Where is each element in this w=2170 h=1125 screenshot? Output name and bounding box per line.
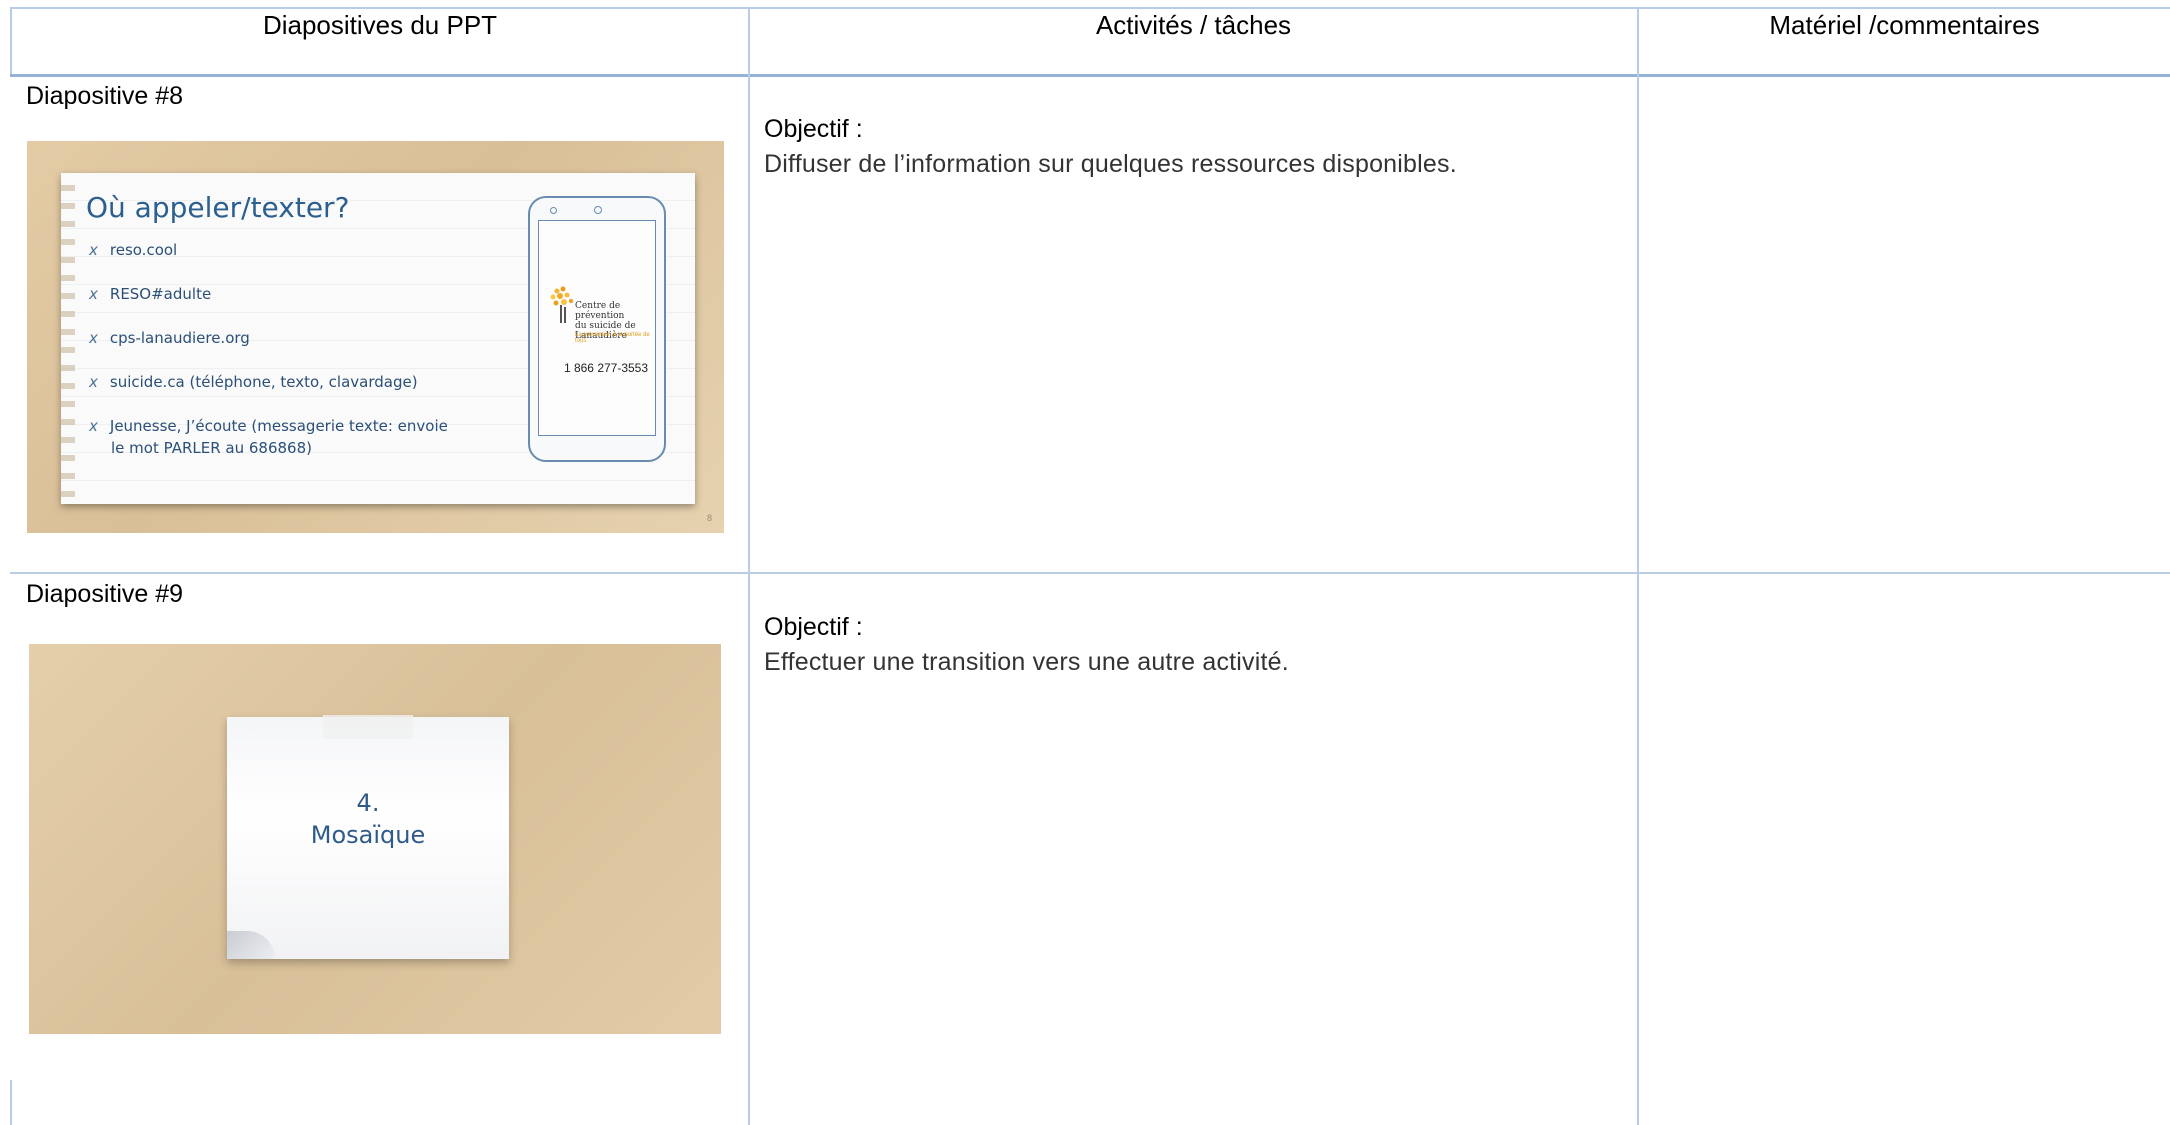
- torn-edge: [61, 173, 75, 504]
- table-left-border-body: [10, 1080, 12, 1125]
- slide-label-9: Diapositive #9: [26, 580, 184, 608]
- section-number: 4.: [356, 789, 380, 817]
- paper-note: 4. Mosaïque: [227, 715, 509, 959]
- column-divider-2: [1637, 7, 1639, 1125]
- header-bottom-rule: [10, 74, 2170, 77]
- resource-item: x RESO#adulte: [89, 285, 212, 303]
- objective-label-9: Objectif :: [764, 613, 863, 641]
- slide-page-number: 8: [706, 513, 712, 523]
- logo-tagline: La prévention à la portée de tous: [575, 332, 650, 344]
- tape-strip: [323, 715, 413, 739]
- phone-camera: [594, 206, 602, 214]
- table-top-border: [10, 7, 2170, 9]
- resource-item: x Jeunesse, J’écoute (messagerie texte: e…: [89, 417, 448, 435]
- column-divider-1: [748, 7, 750, 1125]
- objective-label-8: Objectif :: [764, 115, 863, 143]
- phone-speaker: [550, 207, 557, 214]
- phone-screen: Centre de prévention du suicide de Lanau…: [538, 220, 656, 436]
- curled-corner: [227, 931, 275, 959]
- header-slides: Diapositives du PPT: [262, 10, 498, 40]
- resource-item: x suicide.ca (téléphone, texto, clavardag…: [89, 373, 418, 391]
- header-comments: Matériel /commentaires: [1769, 10, 2040, 40]
- resource-item: x cps-lanaudiere.org: [89, 329, 250, 347]
- slide8-title: Où appeler/texter?: [86, 191, 350, 224]
- objective-text-8: Diffuser de l’information sur quelques r…: [764, 150, 1457, 178]
- row-divider: [10, 572, 2170, 574]
- header-activities: Activités / tâches: [1095, 10, 1292, 40]
- slide-thumbnail-8: Où appeler/texter? x reso.cool x RESO#adul…: [27, 141, 724, 533]
- slide-thumbnail-9: 4. Mosaïque: [29, 644, 721, 1034]
- phone-number: 1 866 277-3553: [563, 361, 649, 375]
- resource-item-continued: le mot PARLER au 686868): [111, 439, 312, 457]
- section-title: Mosaïque: [310, 821, 426, 849]
- phone-illustration: Centre de prévention du suicide de Lanau…: [528, 196, 666, 462]
- objective-text-9: Effectuer une transition vers une autre …: [764, 648, 1289, 676]
- slide-label-8: Diapositive #8: [26, 82, 184, 110]
- resource-item: x reso.cool: [89, 241, 178, 259]
